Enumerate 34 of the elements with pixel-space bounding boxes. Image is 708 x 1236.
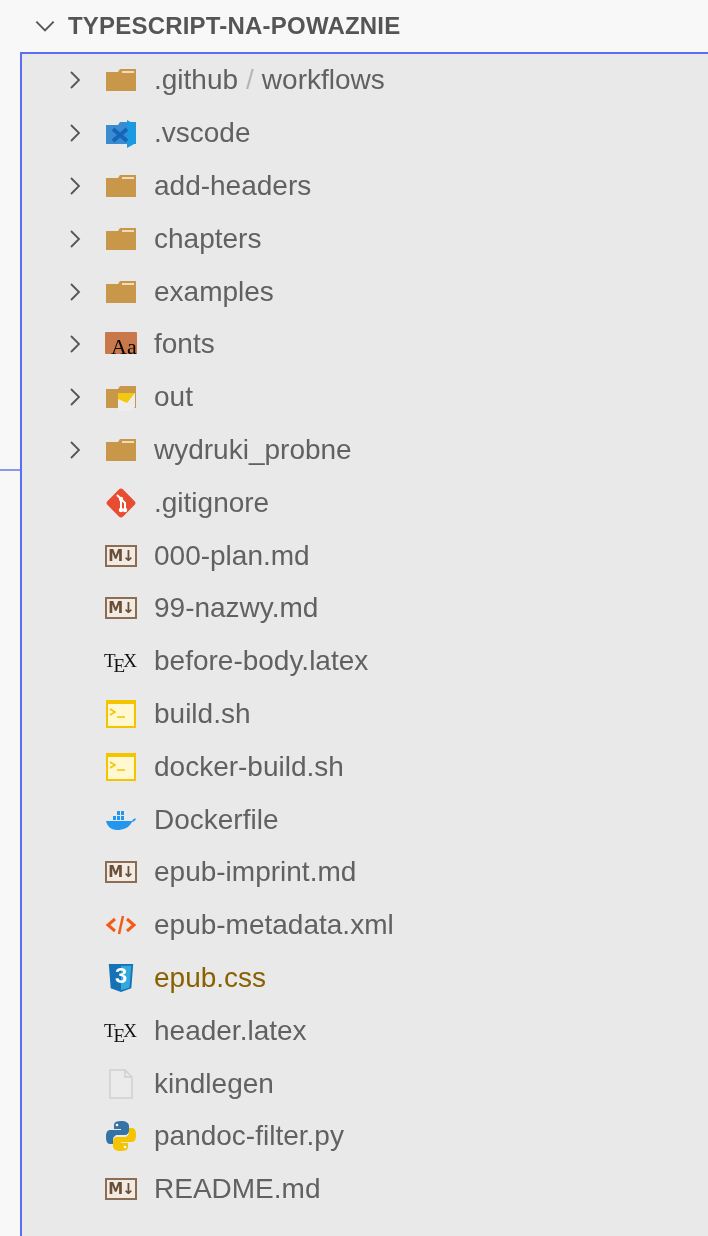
file-name[interactable]: epub-metadata.xml (154, 909, 394, 942)
file-name[interactable]: Dockerfile (154, 803, 279, 836)
file-name[interactable]: build.sh (154, 697, 251, 730)
folder-name[interactable]: wydruki_probne (154, 433, 352, 466)
file-name[interactable]: kindlegen (154, 1067, 274, 1100)
folder-name[interactable]: .vscode (154, 117, 251, 150)
explorer-title[interactable]: TYPESCRIPT-NA-POWAZNIE (68, 12, 401, 40)
file-name[interactable]: epub.css (154, 961, 267, 994)
markdown-icon: M↓ (105, 544, 137, 567)
folder-name[interactable]: add-headers (154, 170, 312, 202)
file-name[interactable]: .gitignore (154, 486, 270, 519)
file-name[interactable]: before-body.latex (154, 645, 369, 678)
file-name[interactable]: README.md (154, 1173, 321, 1206)
folder-name[interactable]: out (154, 381, 193, 414)
file-name[interactable]: 99-nazwy.md (154, 592, 319, 625)
path-separator: / (246, 64, 254, 97)
markdown-icon: M↓ (105, 1178, 137, 1201)
file-name[interactable]: epub-imprint.md (154, 856, 357, 889)
python-icon (105, 1120, 137, 1153)
folder-name[interactable]: fonts (154, 328, 215, 361)
file-name[interactable]: 000-plan.md (154, 539, 310, 572)
folder-name[interactable]: chapters (154, 222, 262, 255)
markdown-icon: M↓ (105, 597, 137, 620)
css-shield-icon: 3 (106, 961, 136, 994)
folder-name[interactable]: examples (154, 275, 274, 308)
code-folder-icon (105, 117, 137, 150)
terminal-icon (105, 697, 137, 730)
terminal-icon (105, 750, 137, 783)
folder-name[interactable]: workflows (261, 64, 385, 97)
file-name[interactable]: pandoc-filter.py (154, 1120, 344, 1153)
file-name[interactable]: header.latex (154, 1014, 307, 1047)
folder-name[interactable]: .github (154, 64, 239, 97)
markdown-icon: M↓ (105, 861, 137, 884)
file-name[interactable]: docker-build.sh (154, 750, 344, 783)
